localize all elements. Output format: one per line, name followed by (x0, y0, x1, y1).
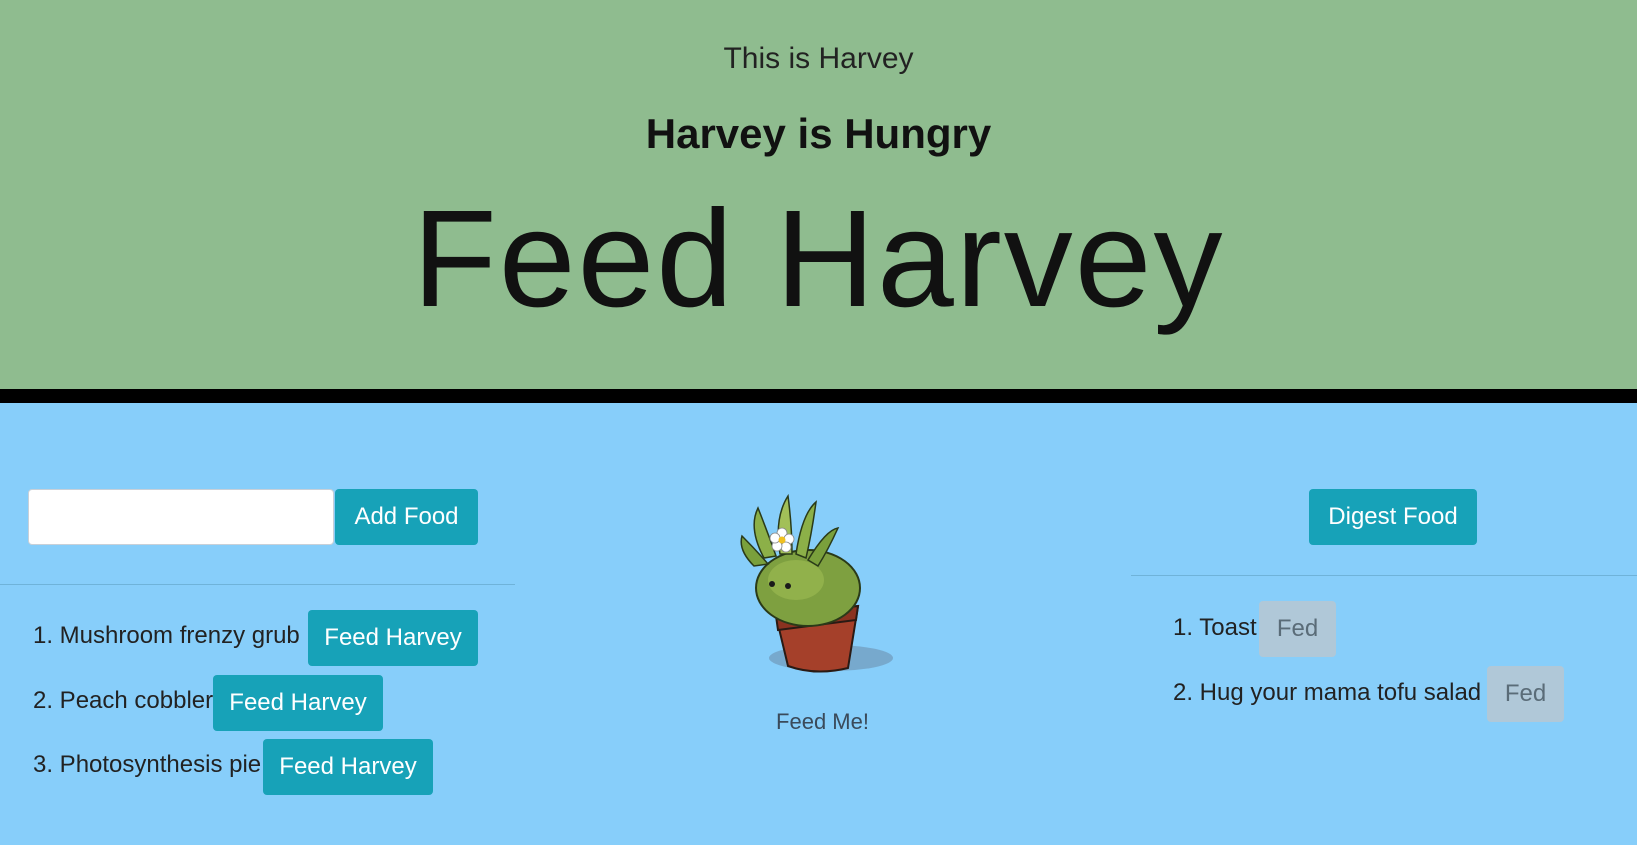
feed-me-caption: Feed Me! (776, 709, 869, 734)
food-input[interactable] (28, 489, 334, 545)
page-title: Feed Harvey (412, 182, 1225, 336)
food-item-text: 1. Mushroom frenzy grub (33, 622, 300, 649)
left-divider (0, 584, 515, 585)
header-divider (0, 389, 1637, 403)
fed-item-text: 2. Hug your mama tofu salad (1173, 679, 1482, 706)
fed-item-text: 1. Toast (1173, 614, 1257, 641)
food-item-text: 3. Photosynthesis pie (33, 751, 262, 778)
fed-button[interactable]: Fed (1259, 601, 1336, 657)
subtitle: This is Harvey (723, 42, 914, 75)
right-divider (1131, 575, 1637, 576)
harvey-plant-image (740, 493, 893, 673)
feed-harvey-button[interactable]: Feed Harvey (213, 675, 383, 731)
header-banner: This is Harvey Harvey is Hungry Feed Har… (0, 0, 1637, 389)
fed-button[interactable]: Fed (1487, 666, 1564, 722)
add-food-button[interactable]: Add Food (335, 489, 478, 545)
food-item-text: 2. Peach cobbler (33, 687, 214, 714)
feed-harvey-button[interactable]: Feed Harvey (308, 610, 478, 666)
feed-harvey-button[interactable]: Feed Harvey (263, 739, 433, 795)
digest-food-button[interactable]: Digest Food (1309, 489, 1477, 545)
hunger-status: Harvey is Hungry (645, 110, 992, 157)
